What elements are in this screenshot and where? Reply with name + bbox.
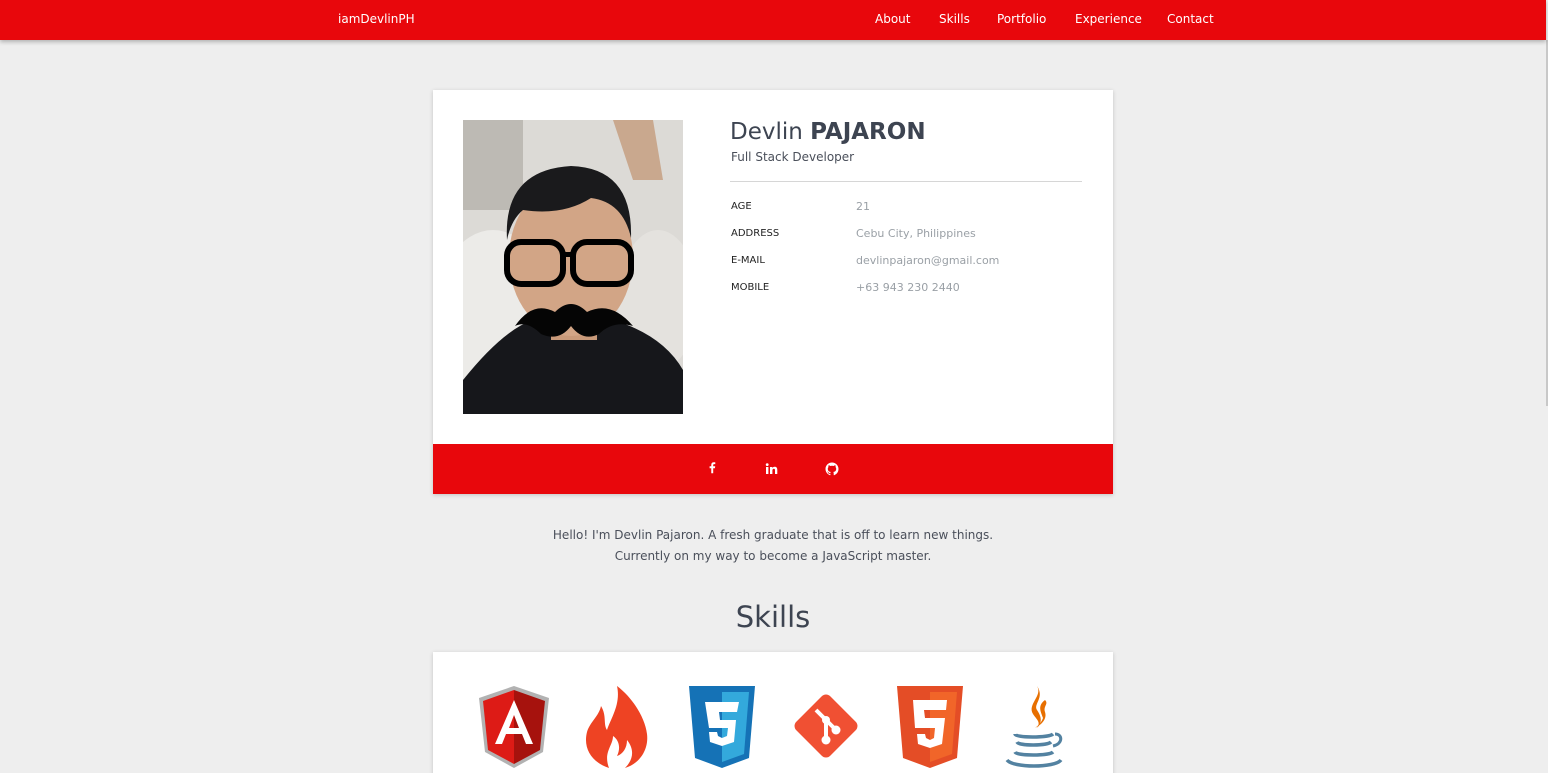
profile-photo [463, 120, 683, 414]
age-label: AGE [731, 201, 752, 212]
email-label: E-MAIL [731, 255, 765, 266]
html5-icon [893, 684, 967, 772]
first-name: Devlin [730, 119, 803, 145]
age-value: 21 [856, 200, 870, 213]
mobile-label: MOBILE [731, 282, 770, 293]
mobile-value: +63 943 230 2440 [856, 281, 960, 294]
profile-card: Devlin PAJARON Full Stack Developer AGE … [433, 90, 1113, 494]
nav-link-about[interactable]: About [875, 12, 910, 26]
linkedin-icon[interactable] [763, 460, 781, 478]
nav-link-experience[interactable]: Experience [1075, 12, 1142, 26]
address-label: ADDRESS [731, 228, 780, 239]
skills-title: Skills [735, 600, 811, 634]
codeigniter-icon [581, 684, 655, 772]
about-text: Hello! I'm Devlin Pajaron. A fresh gradu… [433, 525, 1113, 567]
css3-icon [685, 684, 759, 772]
brand-link[interactable]: iamDevlinPH [338, 12, 415, 26]
top-navbar: iamDevlinPH About Skills Portfolio Exper… [0, 0, 1546, 40]
skills-card [433, 652, 1113, 773]
nav-link-contact[interactable]: Contact [1167, 12, 1214, 26]
profile-divider [730, 181, 1082, 182]
about-line-2: Currently on my way to become a JavaScri… [614, 549, 932, 563]
java-icon [997, 684, 1071, 772]
angularjs-icon [477, 684, 551, 772]
social-bar [433, 444, 1113, 494]
nav-link-portfolio[interactable]: Portfolio [997, 12, 1046, 26]
address-value: Cebu City, Philippines [856, 227, 976, 240]
profile-role: Full Stack Developer [731, 150, 855, 164]
about-line-1: Hello! I'm Devlin Pajaron. A fresh gradu… [552, 528, 994, 542]
email-value: devlinpajaron@gmail.com [856, 254, 1000, 267]
facebook-icon[interactable] [704, 460, 722, 478]
nav-link-skills[interactable]: Skills [939, 12, 970, 26]
github-icon[interactable] [823, 460, 841, 478]
profile-name: Devlin PAJARON [730, 119, 926, 145]
git-icon [789, 684, 863, 772]
last-name: PAJARON [810, 119, 926, 145]
